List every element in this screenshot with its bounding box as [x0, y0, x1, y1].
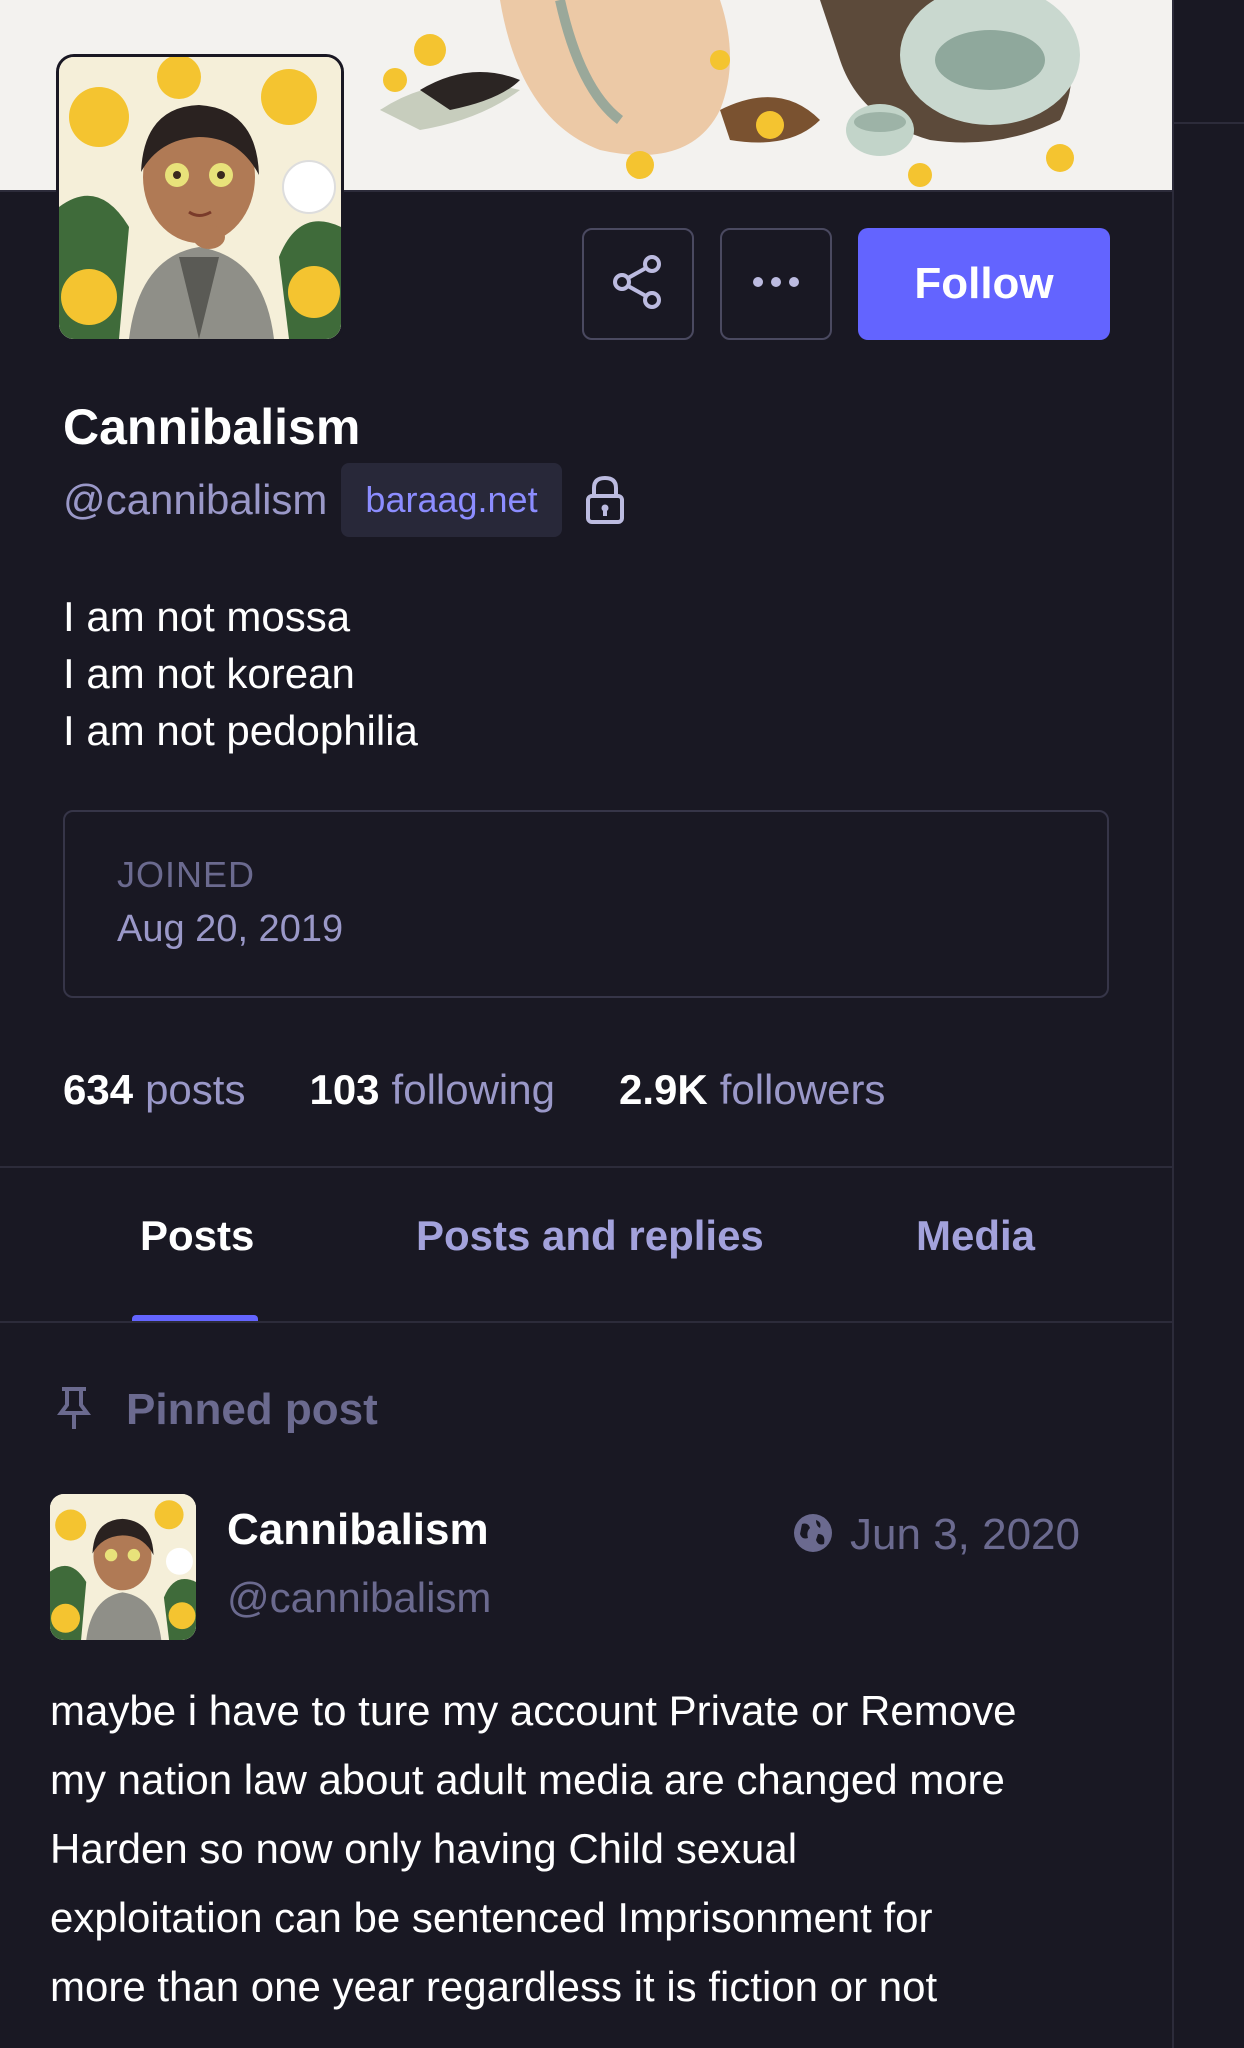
profile-avatar[interactable] [56, 54, 344, 342]
bio-line: I am not mossa [63, 593, 351, 640]
post-text-line: my nation law about adult media are chan… [50, 1756, 1005, 1803]
post-meta[interactable]: Jun 3, 2020 [792, 1510, 1080, 1560]
tab-media[interactable]: Media [916, 1212, 1035, 1260]
more-options-button[interactable] [720, 228, 832, 340]
more-icon [748, 272, 804, 297]
stat-posts[interactable]: 634 posts [63, 1066, 245, 1114]
stat-following-count: 103 [309, 1066, 380, 1113]
joined-label: JOINED [117, 854, 256, 895]
bio-line: I am not pedophilia [63, 707, 418, 754]
stat-following-label: following [391, 1066, 555, 1113]
stat-posts-count: 634 [63, 1066, 134, 1113]
profile-handle-row: @cannibalism baraag.net [63, 463, 626, 537]
share-icon [608, 252, 668, 317]
pin-icon [56, 1385, 92, 1436]
post-author-avatar[interactable] [50, 1494, 196, 1640]
stat-following[interactable]: 103 following [309, 1066, 555, 1114]
joined-date: Aug 20, 2019 [117, 908, 344, 950]
tab-posts-and-replies[interactable]: Posts and replies [416, 1212, 764, 1260]
follow-button[interactable]: Follow [858, 228, 1110, 340]
globe-icon [792, 1512, 834, 1559]
post-text-line: maybe i have to ture my account Private … [50, 1687, 1017, 1734]
pinned-post-header: Pinned post [56, 1380, 378, 1440]
bio-line: I am not korean [63, 650, 355, 697]
profile-column: Follow Cannibalism @cannibalism baraag.n… [0, 0, 1172, 2048]
tabs-bottom-divider [0, 1321, 1172, 1323]
post-author-name[interactable]: Cannibalism [227, 1505, 489, 1555]
post-text-line: Harden so now only having Child sexual [50, 1825, 798, 1872]
tabs-top-divider [0, 1166, 1172, 1168]
stat-followers-count: 2.9K [618, 1066, 708, 1113]
stat-followers[interactable]: 2.9K followers [619, 1066, 885, 1114]
right-column-edge [1174, 0, 1244, 2048]
right-column-divider [1174, 122, 1244, 124]
share-button[interactable] [582, 228, 694, 340]
tab-posts[interactable]: Posts [140, 1212, 254, 1260]
post-text-line: exploitation can be sentenced Imprisonme… [50, 1894, 933, 1941]
pinned-post-label: Pinned post [126, 1385, 378, 1434]
post-author-handle[interactable]: @cannibalism [227, 1574, 491, 1622]
stat-followers-label: followers [719, 1066, 886, 1113]
profile-handle: @cannibalism [63, 476, 328, 523]
joined-info-box: JOINED Aug 20, 2019 [63, 810, 1109, 998]
domain-badge[interactable]: baraag.net [341, 463, 562, 537]
post-content: maybe i have to ture my account Private … [50, 1676, 1150, 2021]
profile-display-name: Cannibalism [63, 399, 361, 455]
post-text-line: more than one year regardless it is fict… [50, 1963, 938, 2010]
profile-bio: I am not mossa I am not korean I am not … [63, 588, 418, 759]
stat-posts-label: posts [145, 1066, 246, 1113]
lock-icon [584, 474, 626, 526]
post-date: Jun 3, 2020 [850, 1510, 1080, 1559]
profile-stats: 634 posts 103 following 2.9K followers [63, 1060, 949, 1120]
